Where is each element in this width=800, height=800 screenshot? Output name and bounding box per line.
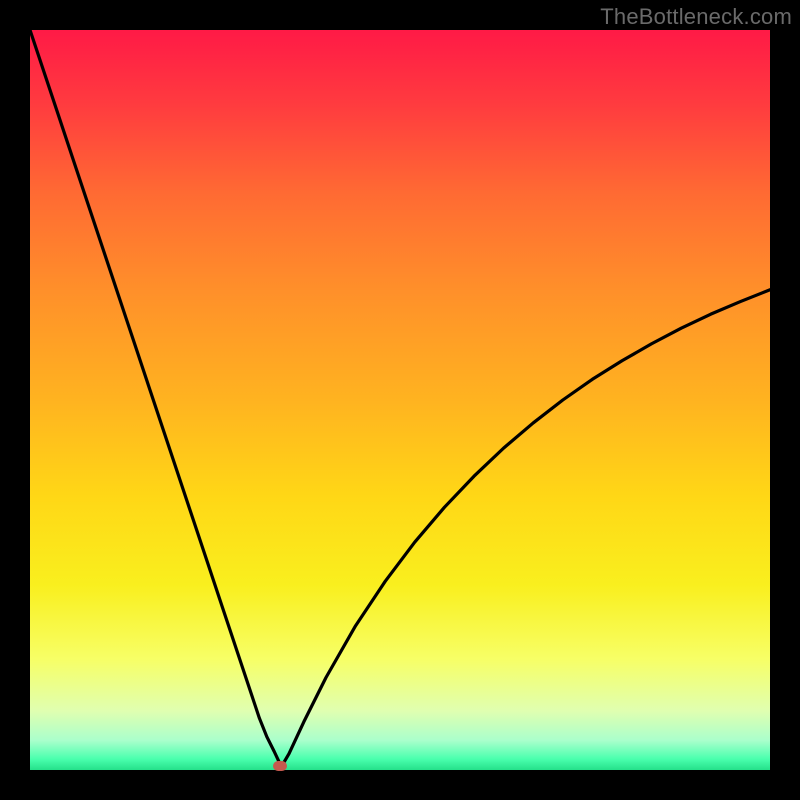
chart-frame: TheBottleneck.com: [0, 0, 800, 800]
chart-svg: [30, 30, 770, 770]
chart-background: [30, 30, 770, 770]
optimum-marker-icon: [273, 761, 287, 771]
chart-plot-area: [30, 30, 770, 770]
watermark-label: TheBottleneck.com: [600, 4, 792, 30]
